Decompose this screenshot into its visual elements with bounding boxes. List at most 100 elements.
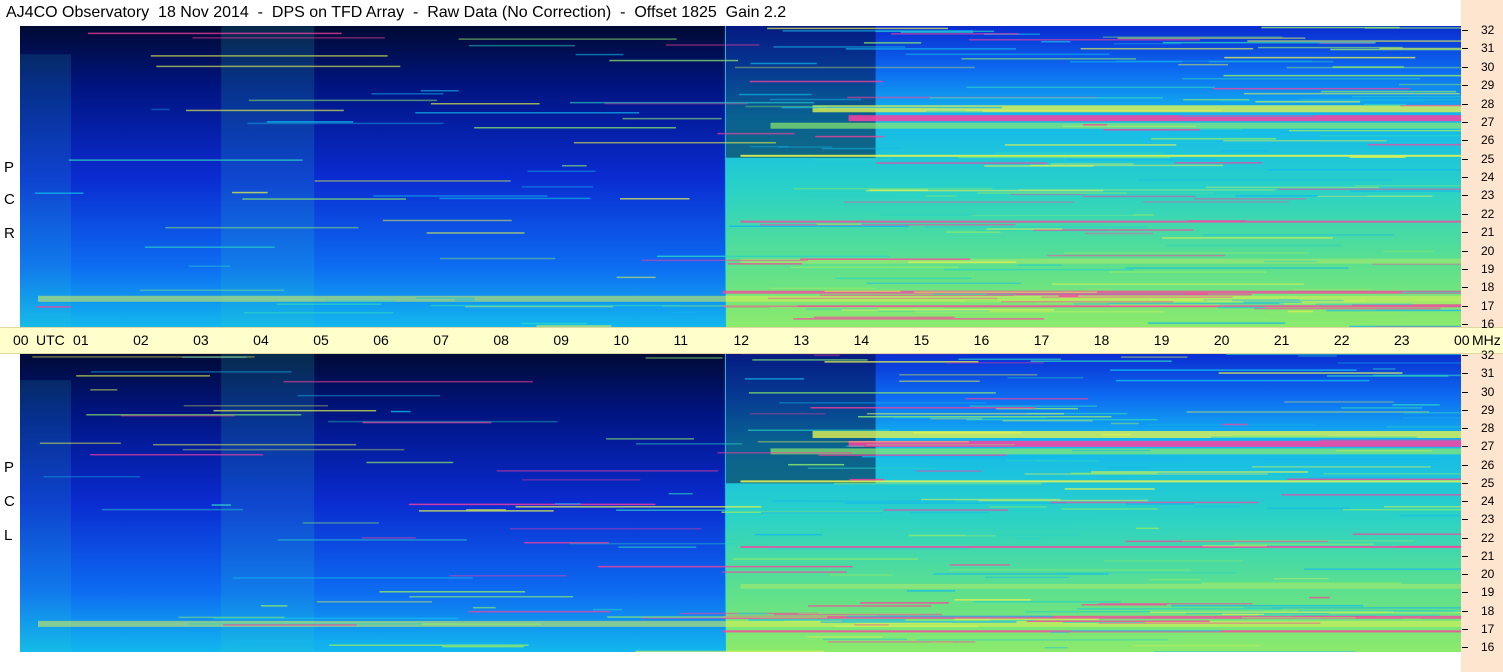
emission-line xyxy=(616,276,656,279)
freq-tick-label: 20 xyxy=(1481,567,1495,581)
emission-line xyxy=(717,132,795,135)
emission-line xyxy=(843,201,1075,203)
freq-tick xyxy=(1462,574,1468,575)
emission-line xyxy=(1064,488,1155,490)
emission-line xyxy=(192,37,385,39)
emission-line xyxy=(1273,577,1329,580)
freq-tick xyxy=(1462,103,1468,105)
emission-line xyxy=(1391,611,1461,614)
emission-line xyxy=(1205,186,1380,189)
emission-line xyxy=(1233,543,1374,545)
freq-tick xyxy=(1462,355,1468,356)
freq-tick-label: 17 xyxy=(1481,298,1495,313)
emission-line xyxy=(822,638,907,641)
emission-line xyxy=(150,55,388,57)
emission-line xyxy=(1284,401,1394,403)
emission-line xyxy=(744,378,804,380)
emission-line xyxy=(769,547,970,550)
emission-line xyxy=(863,42,922,44)
emission-line xyxy=(458,38,677,40)
freq-tick-label: 26 xyxy=(1481,133,1495,148)
emission-line xyxy=(1231,435,1328,437)
emission-line xyxy=(1279,302,1461,304)
emission-line xyxy=(415,112,640,114)
emission-line xyxy=(989,506,1047,508)
emission-line xyxy=(188,623,423,625)
freq-tick-label: 25 xyxy=(1481,151,1495,166)
emission-line xyxy=(277,539,467,541)
emission-line xyxy=(91,371,292,373)
emission-line xyxy=(1372,368,1396,370)
interference-band xyxy=(221,352,315,652)
emission-line xyxy=(1279,131,1461,133)
emission-line xyxy=(810,407,1036,409)
emission-line xyxy=(1050,631,1071,633)
emission-line xyxy=(1278,188,1461,191)
freq-tick-label: 16 xyxy=(1481,640,1495,654)
freq-tick-label: 19 xyxy=(1481,261,1495,276)
emission-line xyxy=(1243,92,1460,95)
emission-line xyxy=(366,461,454,464)
emission-line xyxy=(43,475,141,478)
emission-line xyxy=(933,573,1109,575)
emission-line xyxy=(382,219,512,222)
time-tick-label: 18 xyxy=(1093,332,1110,348)
emission-line xyxy=(1149,578,1201,581)
emission-line xyxy=(908,261,1017,263)
freq-tick-label: 17 xyxy=(1481,621,1495,636)
emission-line xyxy=(914,291,1097,293)
emission-line xyxy=(1223,74,1461,77)
emission-line xyxy=(1110,369,1357,371)
lcp-label-column: P C L xyxy=(0,352,20,652)
emission-line xyxy=(748,392,996,394)
emission-line xyxy=(961,58,1137,60)
freq-tick-label: 16 xyxy=(1481,317,1495,331)
emission-line xyxy=(1016,537,1042,540)
freq-tick-label: 24 xyxy=(1481,170,1495,184)
emission-line xyxy=(316,601,432,603)
emission-line xyxy=(1035,460,1099,462)
emission-line xyxy=(593,608,623,611)
freq-tick xyxy=(1462,177,1468,178)
emission-line xyxy=(1287,310,1313,313)
emission-line xyxy=(835,277,972,280)
time-tick-label: 11 xyxy=(673,332,688,348)
freq-tick xyxy=(1462,373,1468,375)
freq-tick xyxy=(1462,85,1468,87)
emission-line xyxy=(521,322,588,325)
emission-line xyxy=(966,418,1158,421)
emission-line xyxy=(454,299,475,301)
emission-line xyxy=(1337,362,1461,364)
emission-band xyxy=(722,305,1461,308)
emission-line xyxy=(570,101,815,104)
emission-line xyxy=(1127,192,1322,194)
emission-line xyxy=(727,263,803,265)
emission-line xyxy=(790,266,959,269)
emission-line xyxy=(772,500,955,502)
emission-line xyxy=(297,394,441,397)
emission-line xyxy=(854,624,889,626)
pol-char: P xyxy=(4,459,15,476)
pol-char: C xyxy=(4,191,15,208)
emission-line xyxy=(1372,374,1461,377)
emission-line xyxy=(849,478,884,481)
emission-line xyxy=(958,358,1061,361)
emission-line xyxy=(966,86,1215,89)
emission-line xyxy=(1211,436,1417,439)
emission-line xyxy=(884,509,1009,511)
emission-line xyxy=(521,186,594,188)
emission-line xyxy=(1063,252,1309,254)
freq-tick xyxy=(1462,66,1468,68)
emission-line xyxy=(827,641,976,643)
time-tick-label: 10 xyxy=(613,332,629,348)
freq-tick xyxy=(1462,409,1468,411)
freq-tick-label: 29 xyxy=(1481,402,1495,417)
emission-line xyxy=(101,508,243,511)
emission-line xyxy=(1321,90,1457,93)
emission-line xyxy=(430,304,680,307)
emission-line xyxy=(916,470,982,472)
freq-tick-label: 31 xyxy=(1481,366,1495,381)
freq-tick xyxy=(1462,195,1468,197)
emission-line xyxy=(1103,560,1244,562)
emission-line xyxy=(859,602,949,604)
